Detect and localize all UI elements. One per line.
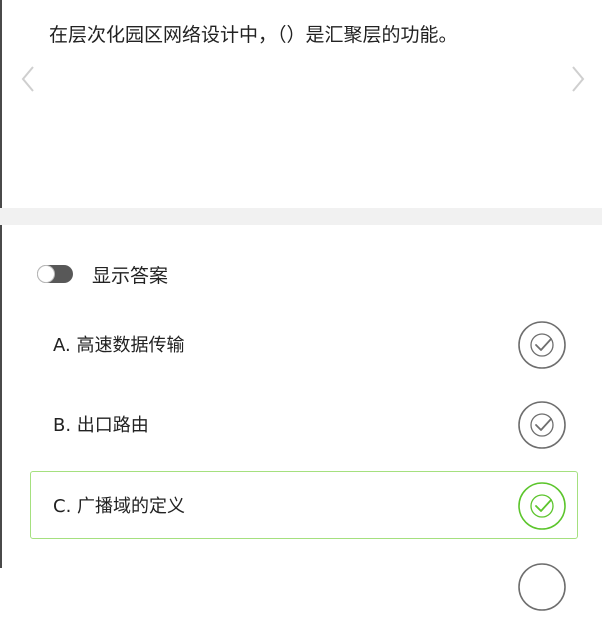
show-answer-label: 显示答案	[92, 264, 169, 287]
option-a[interactable]: A. 高速数据传输	[30, 310, 578, 378]
toggle-knob	[38, 266, 54, 282]
option-d[interactable]	[30, 552, 578, 620]
option-b[interactable]: B. 出口路由	[30, 390, 578, 458]
show-answer-row: 显示答案	[37, 257, 168, 291]
option-b-text: B. 出口路由	[53, 415, 149, 436]
left-edge-border	[0, 0, 2, 568]
chevron-left-icon	[21, 66, 34, 92]
check-circle-icon	[517, 562, 567, 612]
chevron-right-icon	[572, 66, 585, 92]
question-text: 在层次化园区网络设计中，（）是汇聚层的功能。	[49, 24, 458, 46]
next-question-button[interactable]	[570, 64, 586, 94]
check-circle-icon	[517, 400, 567, 450]
option-c-text: C. 广播域的定义	[53, 496, 186, 517]
show-answer-toggle[interactable]	[37, 265, 73, 283]
check-circle-correct-icon	[517, 481, 567, 531]
option-c[interactable]: C. 广播域的定义	[30, 471, 578, 539]
section-divider	[0, 208, 602, 225]
previous-question-button[interactable]	[20, 64, 36, 94]
check-circle-icon	[517, 320, 567, 370]
option-a-text: A. 高速数据传输	[53, 335, 185, 356]
